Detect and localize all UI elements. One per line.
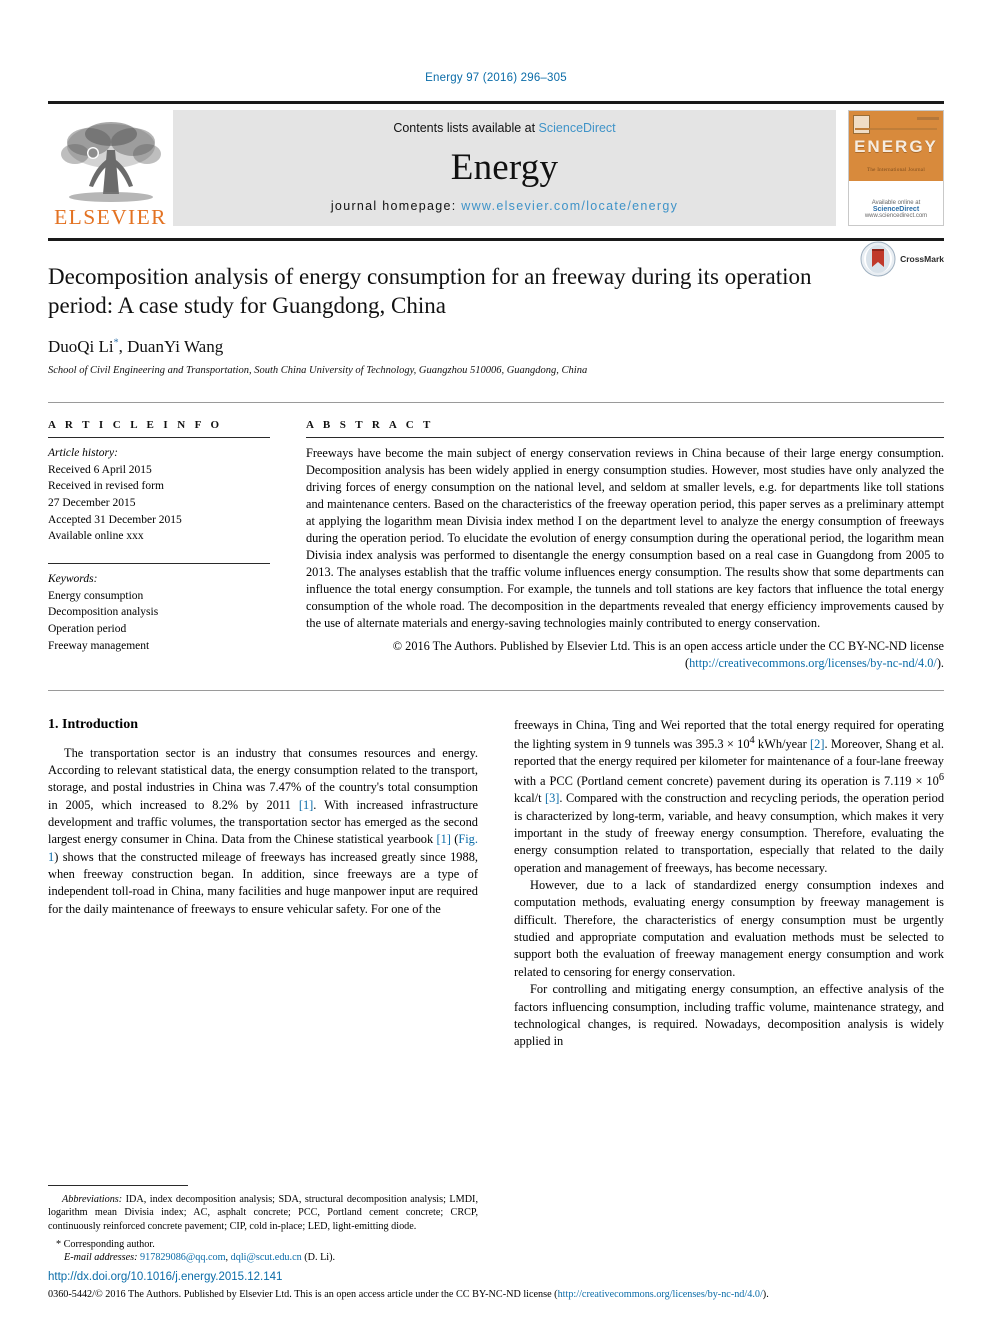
issn-copyright-line: 0360-5442/© 2016 The Authors. Published … (48, 1288, 944, 1301)
email-tail: (D. Li). (301, 1252, 336, 1264)
para-text: kcal/t (514, 791, 545, 806)
author-list: DuoQi Li*, DuanYi Wang (48, 337, 944, 357)
paragraph: freeways in China, Ting and Wei reported… (514, 717, 944, 877)
copyright-tail: ). (936, 655, 944, 670)
doi-link[interactable]: http://dx.doi.org/10.1016/j.energy.2015.… (48, 1271, 944, 1283)
issn-text: 0360-5442/© 2016 The Authors. Published … (48, 1288, 558, 1300)
masthead-center: Contents lists available at ScienceDirec… (173, 110, 836, 226)
email-link-1[interactable]: 917829086@qq.com (140, 1252, 226, 1263)
article-info-rule (48, 436, 270, 438)
keyword-item: Decomposition analysis (48, 606, 159, 619)
cover-footer-url: www.sciencedirect.com (864, 212, 928, 219)
body-column-right: freeways in China, Ting and Wei reported… (514, 717, 944, 1051)
keyword-item: Energy consumption (48, 589, 144, 602)
abbrev-label: Abbreviations: (62, 1193, 123, 1205)
email-link-2[interactable]: dqli@scut.edu.cn (231, 1252, 302, 1263)
cover-footer-brand: ScienceDirect (872, 205, 920, 213)
sciencedirect-link[interactable]: ScienceDirect (539, 121, 616, 135)
citation-ref[interactable]: [2] (810, 737, 824, 751)
keywords-list: Energy consumption Decomposition analysi… (48, 588, 270, 655)
corresponding-text: Corresponding author. (61, 1238, 155, 1250)
page-footer: http://dx.doi.org/10.1016/j.energy.2015.… (48, 1271, 944, 1301)
citation-ref[interactable]: [1] (299, 798, 313, 812)
article-history-list: Received 6 April 2015 Received in revise… (48, 462, 270, 545)
cover-bottom-panel: Available online at ScienceDirect www.sc… (849, 180, 943, 225)
body-column-left: 1. Introduction The transportation secto… (48, 717, 478, 1051)
info-abstract-row: A R T I C L E I N F O Article history: R… (48, 401, 944, 672)
body-columns: 1. Introduction The transportation secto… (48, 717, 944, 1051)
author-primary: DuoQi Li (48, 336, 114, 356)
footnote-corresponding-author: * Corresponding author. (48, 1238, 478, 1252)
history-item: 27 December 2015 (48, 496, 136, 509)
cover-badge-icon (853, 115, 870, 134)
paper-page: Energy 97 (2016) 296–305 ELSEVIER Conten… (0, 0, 992, 1323)
keywords-rule (48, 562, 270, 564)
abstract-rule (306, 436, 944, 438)
article-history-label: Article history: (48, 446, 118, 459)
keyword-item: Operation period (48, 622, 127, 635)
abstract-heading: A B S T R A C T (306, 418, 434, 431)
history-item: Received 6 April 2015 (48, 463, 152, 476)
author-affiliation: School of Civil Engineering and Transpor… (48, 364, 588, 376)
keyword-item: Freeway management (48, 639, 150, 652)
cover-issue-bar (917, 117, 939, 120)
journal-title: Energy (450, 146, 559, 188)
article-info-column: A R T I C L E I N F O Article history: R… (48, 419, 270, 672)
paragraph: For controlling and mitigating energy co… (514, 982, 944, 1049)
history-item: Accepted 31 December 2015 (48, 513, 182, 526)
keywords-block: Keywords: Energy consumption Decompositi… (48, 562, 270, 655)
homepage-prefix: journal homepage: (330, 199, 462, 213)
title-block: CrossMark Decomposition analysis of ener… (48, 241, 944, 376)
history-item: Received in revised form (48, 480, 164, 493)
contents-available-line: Contents lists available at ScienceDirec… (393, 121, 615, 135)
footnote-abbreviations: Abbreviations: IDA, index decomposition … (48, 1193, 478, 1234)
cover-divider (855, 127, 937, 130)
crossmark-icon (860, 241, 896, 277)
elsevier-logo: ELSEVIER (48, 104, 173, 232)
contents-prefix: Contents lists available at (393, 121, 539, 135)
citation-ref[interactable]: [1] (436, 832, 450, 846)
keywords-label: Keywords: (48, 572, 98, 585)
paragraph: However, due to a lack of standardized e… (514, 878, 944, 979)
crossmark-badge[interactable]: CrossMark (860, 241, 944, 277)
journal-cover-thumbnail: ENERGY The International Journal Availab… (848, 110, 944, 226)
author-secondary: , DuanYi Wang (118, 336, 224, 356)
page-title: Decomposition analysis of energy consump… (48, 264, 812, 318)
exponent: 6 (938, 771, 944, 783)
cover-journal-subtitle: The International Journal (866, 167, 926, 173)
para-text: ) shows that the constructed mileage of … (48, 849, 478, 916)
journal-homepage-line: journal homepage: www.elsevier.com/locat… (331, 199, 678, 213)
citation-ref[interactable]: [3] (545, 791, 559, 805)
abstract-column: A B S T R A C T Freeways have become the… (306, 419, 944, 672)
section-heading-introduction: 1. Introduction (48, 716, 138, 732)
abstract-copyright: © 2016 The Authors. Published by Elsevie… (306, 638, 944, 672)
footnote-emails: E-mail addresses: 917829086@qq.com, dqli… (48, 1251, 478, 1265)
history-item: Available online xxx (48, 530, 144, 543)
cover-top-panel: ENERGY The International Journal (849, 111, 943, 181)
elsevier-tree-icon (60, 121, 161, 202)
cover-journal-title: ENERGY (854, 137, 938, 157)
email-label: E-mail addresses: (64, 1252, 138, 1264)
article-info-heading: A R T I C L E I N F O (48, 418, 223, 431)
journal-masthead: ELSEVIER Contents lists available at Sci… (48, 101, 944, 232)
issn-tail: ). (762, 1288, 769, 1300)
abstract-bottom-rule (48, 689, 944, 691)
homepage-url-link[interactable]: www.elsevier.com/locate/energy (461, 199, 678, 213)
footer-license-link[interactable]: http://creativecommons.org/licenses/by-n… (558, 1289, 763, 1300)
abstract-text: Freeways have become the main subject of… (306, 445, 944, 630)
crossmark-label: CrossMark (900, 254, 944, 264)
footnote-zone: Abbreviations: IDA, index decomposition … (48, 1184, 478, 1265)
running-head: Energy 97 (2016) 296–305 (425, 72, 567, 84)
license-link[interactable]: http://creativecommons.org/licenses/by-n… (689, 656, 937, 670)
paragraph: The transportation sector is an industry… (48, 745, 478, 919)
footnote-rule (48, 1184, 188, 1186)
elsevier-wordmark: ELSEVIER (54, 204, 167, 229)
para-text: . Compared with the construction and rec… (514, 791, 945, 875)
para-text: kWh/year (754, 737, 811, 752)
